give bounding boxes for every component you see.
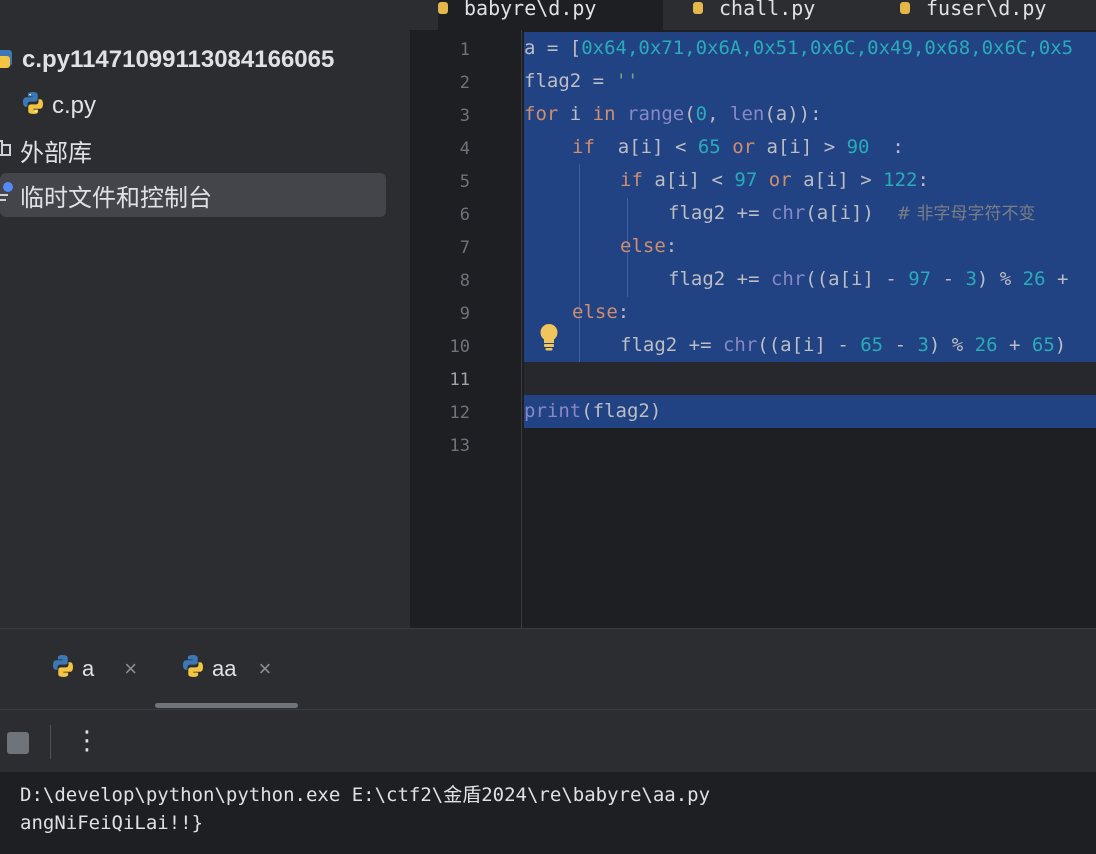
line-number: 10 <box>449 337 470 357</box>
editor-tab-bar: babyre\d.py chall.py fuser\d.py <box>410 0 1096 30</box>
tree-item-scratches-and-consoles[interactable]: 临时文件和控制台 <box>0 173 386 217</box>
code-text-area[interactable]: a = [0x64,0x71,0x6A,0x51,0x6C,0x49,0x68,… <box>522 30 1096 628</box>
library-icon <box>0 135 14 166</box>
line-number: 3 <box>459 106 470 126</box>
toolbar-separator <box>50 725 51 759</box>
run-tab-aa[interactable]: aa × <box>180 647 271 691</box>
code-line-2: flag2 = '' <box>524 70 639 92</box>
run-tab-label: aa <box>212 656 237 681</box>
close-tab-icon[interactable]: × <box>124 656 137 682</box>
stop-icon[interactable] <box>7 732 29 754</box>
code-line-4: if a[i] < 65 or a[i] > 90 : <box>572 136 904 158</box>
tree-item-label: 外部库 <box>20 139 92 167</box>
close-tab-icon[interactable]: × <box>258 656 271 682</box>
code-line-5: if a[i] < 97 or a[i] > 122: <box>620 169 929 191</box>
indent-guide <box>579 164 580 362</box>
python-file-icon <box>438 2 448 14</box>
code-editor[interactable]: 1 2 3 4 5 6 7 8 9 10 11 12 13 a = [0x64,… <box>410 30 1096 628</box>
active-tab-indicator <box>155 703 298 708</box>
editor-tab-label: babyre\d.py <box>464 0 597 20</box>
code-line-1: a = [0x64,0x71,0x6A,0x51,0x6C,0x49,0x68,… <box>524 37 1074 59</box>
editor-tab-fuser[interactable]: fuser\d.py <box>900 0 1046 30</box>
code-line-8: flag2 += chr((a[i] - 97 - 3) % 26 + <box>668 268 1069 290</box>
console-line: D:\develop\python\python.exe E:\ctf2\金盾2… <box>20 784 711 806</box>
run-toolbar: ⋮ <box>0 709 1096 772</box>
line-number: 6 <box>459 205 470 225</box>
python-file-icon <box>693 2 703 14</box>
run-tab-label: a <box>82 656 95 681</box>
python-run-icon <box>50 653 76 685</box>
lightbulb-intention-icon[interactable] <box>538 322 560 357</box>
line-number: 2 <box>459 73 470 93</box>
line-number: 12 <box>449 403 470 423</box>
line-number: 8 <box>459 271 470 291</box>
run-tool-window: a × aa × ⋮ D:\develop\python\python.exe … <box>0 628 1096 854</box>
line-number: 1 <box>459 40 470 60</box>
code-line-7: else: <box>620 235 678 257</box>
editor-tab-babyre[interactable]: babyre\d.py <box>438 0 663 30</box>
code-line-6: flag2 += chr(a[i]) # 非字母字符不变 <box>668 202 1036 224</box>
line-number: 4 <box>459 139 470 159</box>
scratches-icon <box>0 180 14 211</box>
code-line-9: else: <box>572 301 630 323</box>
line-number: 5 <box>459 172 470 192</box>
line-number: 9 <box>459 304 470 324</box>
line-number: 7 <box>459 238 470 258</box>
tree-item-label: 临时文件和控制台 <box>20 184 212 212</box>
console-output[interactable]: D:\develop\python\python.exe E:\ctf2\金盾2… <box>0 772 1096 854</box>
tree-item-project-root[interactable]: c.py11471099113084166065 <box>0 38 334 82</box>
tree-item-label: c.py11471099113084166065 <box>22 46 335 73</box>
indent-guide <box>627 264 628 297</box>
editor-tab-label: fuser\d.py <box>926 0 1047 20</box>
python-file-icon <box>900 2 910 14</box>
editor-tab-chall[interactable]: chall.py <box>693 0 815 30</box>
project-tool-window: c.py11471099113084166065 c.py 外部库 临时文件和控… <box>0 0 410 628</box>
tree-item-file-c-py[interactable]: c.py <box>20 84 96 128</box>
tree-item-label: c.py <box>52 92 97 119</box>
line-number-current: 11 <box>449 370 470 390</box>
code-line-3: for i in range(0, len(a)): <box>524 103 822 125</box>
current-line-row <box>524 362 1096 395</box>
more-options-icon[interactable]: ⋮ <box>74 723 100 757</box>
run-tab-a[interactable]: a × <box>50 647 137 691</box>
console-line: angNiFeiQiLai!!} <box>20 812 204 834</box>
code-line-12: print(flag2) <box>524 400 662 422</box>
code-line-10: flag2 += chr((a[i] - 65 - 3) % 26 + 65) <box>620 334 1067 356</box>
editor-tab-label: chall.py <box>719 0 816 20</box>
python-file-icon <box>20 90 46 123</box>
python-run-icon <box>180 653 206 685</box>
project-icon <box>0 44 16 77</box>
line-number: 13 <box>449 436 470 456</box>
line-number-gutter: 1 2 3 4 5 6 7 8 9 10 11 12 13 <box>410 30 522 628</box>
tree-item-external-libraries[interactable]: 外部库 <box>0 128 92 172</box>
